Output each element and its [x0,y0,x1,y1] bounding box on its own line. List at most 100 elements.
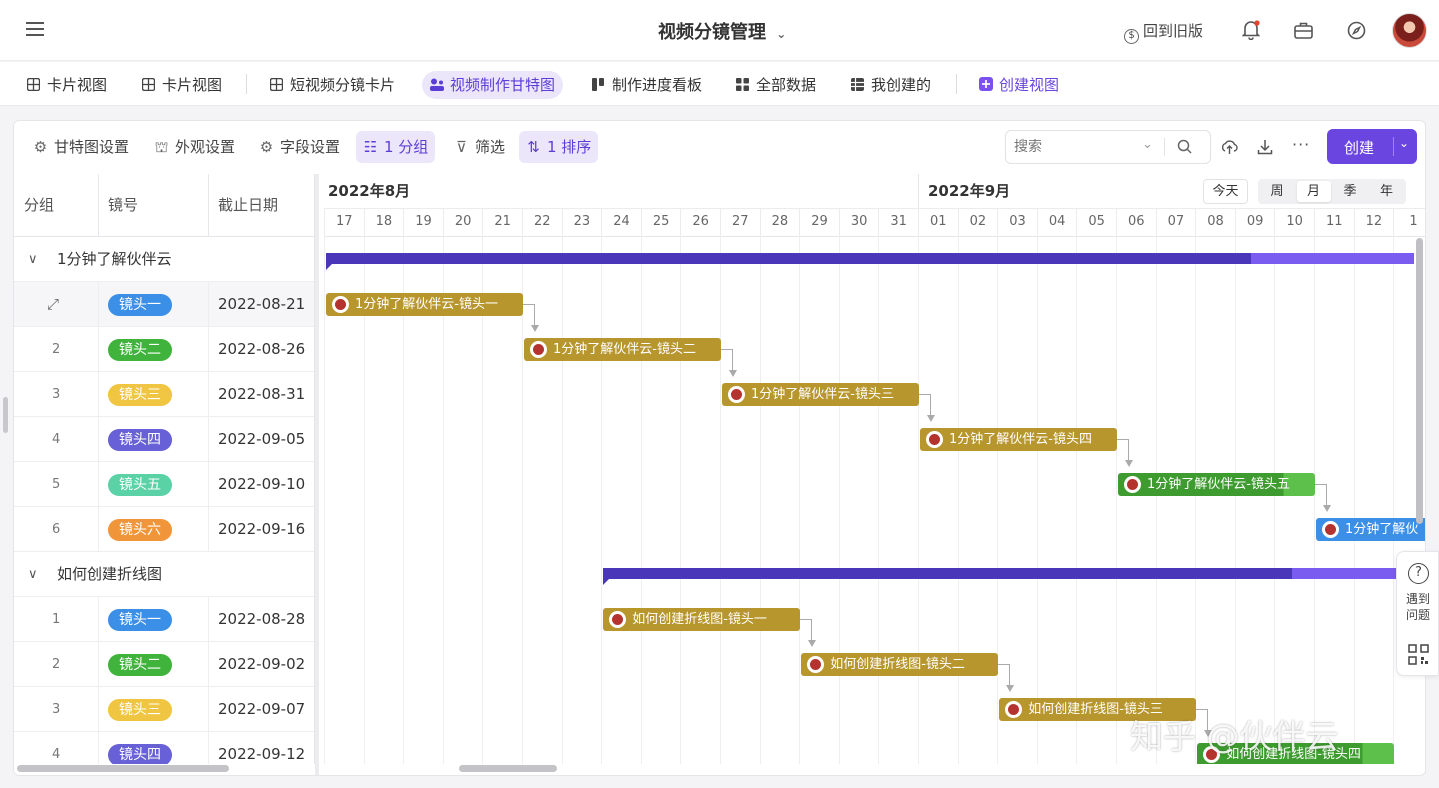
chevron-down-icon[interactable]: ⌄ [1399,136,1409,150]
briefcase-icon[interactable] [1294,22,1313,39]
group-summary-bar[interactable] [603,568,1293,579]
task-bar[interactable]: 1分钟了解伙伴云-镜头三 [722,383,919,406]
shot-tag[interactable]: 镜头一 [108,294,172,316]
upload-icon[interactable] [1221,139,1238,159]
horizontal-scrollbar-right[interactable] [459,765,557,772]
today-button[interactable]: 今天 [1203,179,1248,204]
filter-button[interactable]: ⊽ 筛选 [447,131,512,163]
plus-square-icon [979,72,993,91]
deadline-cell[interactable]: 2022-08-21 [218,282,305,327]
table-row[interactable]: 6 镜头六 2022-09-16 [14,507,314,552]
task-bar-label: 1分钟了解伙伴云-镜头三 [751,387,894,402]
group-header-row[interactable]: ∨ 如何创建折线图 [14,552,314,597]
column-header-deadline[interactable]: 截止日期 [218,183,278,228]
tab-card-view-2[interactable]: 卡片视图 [134,71,230,99]
menu-icon[interactable] [26,22,44,36]
tab-all-data[interactable]: 全部数据 [728,71,824,99]
deadline-cell[interactable]: 2022-09-07 [218,687,305,732]
table-row[interactable]: 1 镜头一 2022-08-28 [14,597,314,642]
scale-option[interactable]: 季 [1333,181,1367,202]
download-icon[interactable] [1257,139,1273,159]
table-row[interactable]: 2 镜头二 2022-08-26 [14,327,314,372]
row-index: 4 [52,432,61,447]
avatar[interactable] [1392,13,1427,48]
qr-code-icon[interactable] [1408,644,1429,669]
tab-created-by-me[interactable]: 我创建的 [843,71,939,99]
create-view-button[interactable]: 创建视图 [971,71,1067,99]
task-bar[interactable]: 1分钟了解伙伴云-镜头四 [920,428,1117,451]
expand-icon[interactable]: ⤢ [47,282,59,327]
deadline-cell[interactable]: 2022-09-16 [218,507,305,552]
sort-label: 1 排序 [547,138,592,156]
row-index: 4 [52,747,61,762]
grid-line [878,236,880,764]
task-bar[interactable]: 如何创建折线图-镜头二 [801,653,999,676]
group-header-row[interactable]: ∨ 1分钟了解伙伴云 [14,237,314,282]
shot-tag[interactable]: 镜头三 [108,384,172,406]
shot-tag[interactable]: 镜头六 [108,519,172,541]
search-box[interactable]: ⌄ [1005,130,1211,164]
scale-option[interactable]: 月 [1296,181,1331,202]
search-icon[interactable] [1177,139,1192,158]
appearance-button[interactable]: ⛫ 外观设置 [147,131,242,163]
table-row[interactable]: 3 镜头三 2022-08-31 [14,372,314,417]
deadline-cell[interactable]: 2022-09-02 [218,642,305,687]
chevron-down-icon[interactable]: ∨ [28,552,38,597]
scale-option[interactable]: 年 [1370,181,1404,202]
old-version-button[interactable]: $ 回到旧版 [1124,20,1203,44]
group-summary-bar[interactable] [326,253,1251,264]
chevron-down-icon[interactable]: ⌄ [1142,137,1153,152]
task-bar[interactable]: 1分钟了解伙 [1316,518,1425,541]
scale-option[interactable]: 周 [1260,181,1294,202]
shot-tag[interactable]: 镜头二 [108,654,172,676]
resize-handle[interactable] [3,397,8,433]
table-row[interactable]: 4 镜头四 2022-09-12 [14,732,314,764]
create-button[interactable]: 创建 ⌄ [1327,129,1417,164]
vertical-scrollbar[interactable] [1416,238,1423,524]
search-input[interactable] [1014,137,1134,157]
table-row[interactable]: 2 镜头二 2022-09-02 [14,642,314,687]
fields-button[interactable]: ⚙ 字段设置 [252,131,347,163]
column-header-group[interactable]: 分组 [24,183,54,228]
gantt-settings-button[interactable]: ⚙ 甘特图设置 [26,131,136,163]
table-row[interactable]: 3 镜头三 2022-09-07 [14,687,314,732]
sort-button[interactable]: ⇅ 1 排序 [519,131,599,163]
pane-divider[interactable] [315,174,319,775]
bell-icon[interactable] [1241,20,1261,41]
group-summary-bar-progress[interactable] [1250,253,1414,264]
horizontal-scrollbar-left[interactable] [17,765,229,772]
dependency-arrow [531,325,539,332]
shot-tag[interactable]: 镜头二 [108,339,172,361]
tab-card-view-1[interactable]: 卡片视图 [19,71,115,99]
deadline-cell[interactable]: 2022-09-12 [218,732,305,764]
column-header-shot[interactable]: 镜号 [108,183,138,228]
deadline-cell[interactable]: 2022-09-05 [218,417,305,462]
app-title[interactable]: 视频分镜管理 ⌄ [658,18,786,44]
header-rule [324,236,1425,237]
deadline-cell[interactable]: 2022-08-28 [218,597,305,642]
tab-progress-board[interactable]: 制作进度看板 [584,71,710,99]
chevron-down-icon[interactable]: ∨ [28,237,38,282]
shot-tag[interactable]: 镜头四 [108,744,172,764]
group-button[interactable]: ☷ 1 分组 [356,131,436,163]
more-icon[interactable]: ··· [1292,135,1310,154]
deadline-cell[interactable]: 2022-08-31 [218,372,305,417]
tab-short-video-cards[interactable]: 短视频分镜卡片 [262,71,403,99]
deadline-cell[interactable]: 2022-08-26 [218,327,305,372]
shot-tag[interactable]: 镜头一 [108,609,172,631]
table-row[interactable]: 5 镜头五 2022-09-10 [14,462,314,507]
task-bar[interactable]: 1分钟了解伙伴云-镜头一 [326,293,523,316]
task-bar[interactable]: 如何创建折线图-镜头一 [603,608,801,631]
tab-video-gantt[interactable]: 视频制作甘特图 [422,71,564,99]
shot-tag[interactable]: 镜头四 [108,429,172,451]
help-widget[interactable]: ? 遇到 问题 [1396,551,1439,676]
table-row[interactable]: 4 镜头四 2022-09-05 [14,417,314,462]
shot-tag[interactable]: 镜头五 [108,474,172,496]
task-bar[interactable]: 1分钟了解伙伴云-镜头五 [1118,473,1315,496]
compass-icon[interactable] [1347,21,1366,40]
table-row[interactable]: ⤢ 镜头一 2022-08-21 [14,282,314,327]
shot-tag[interactable]: 镜头三 [108,699,172,721]
task-bar[interactable]: 1分钟了解伙伴云-镜头二 [524,338,721,361]
avatar [332,296,349,313]
deadline-cell[interactable]: 2022-09-10 [218,462,305,507]
